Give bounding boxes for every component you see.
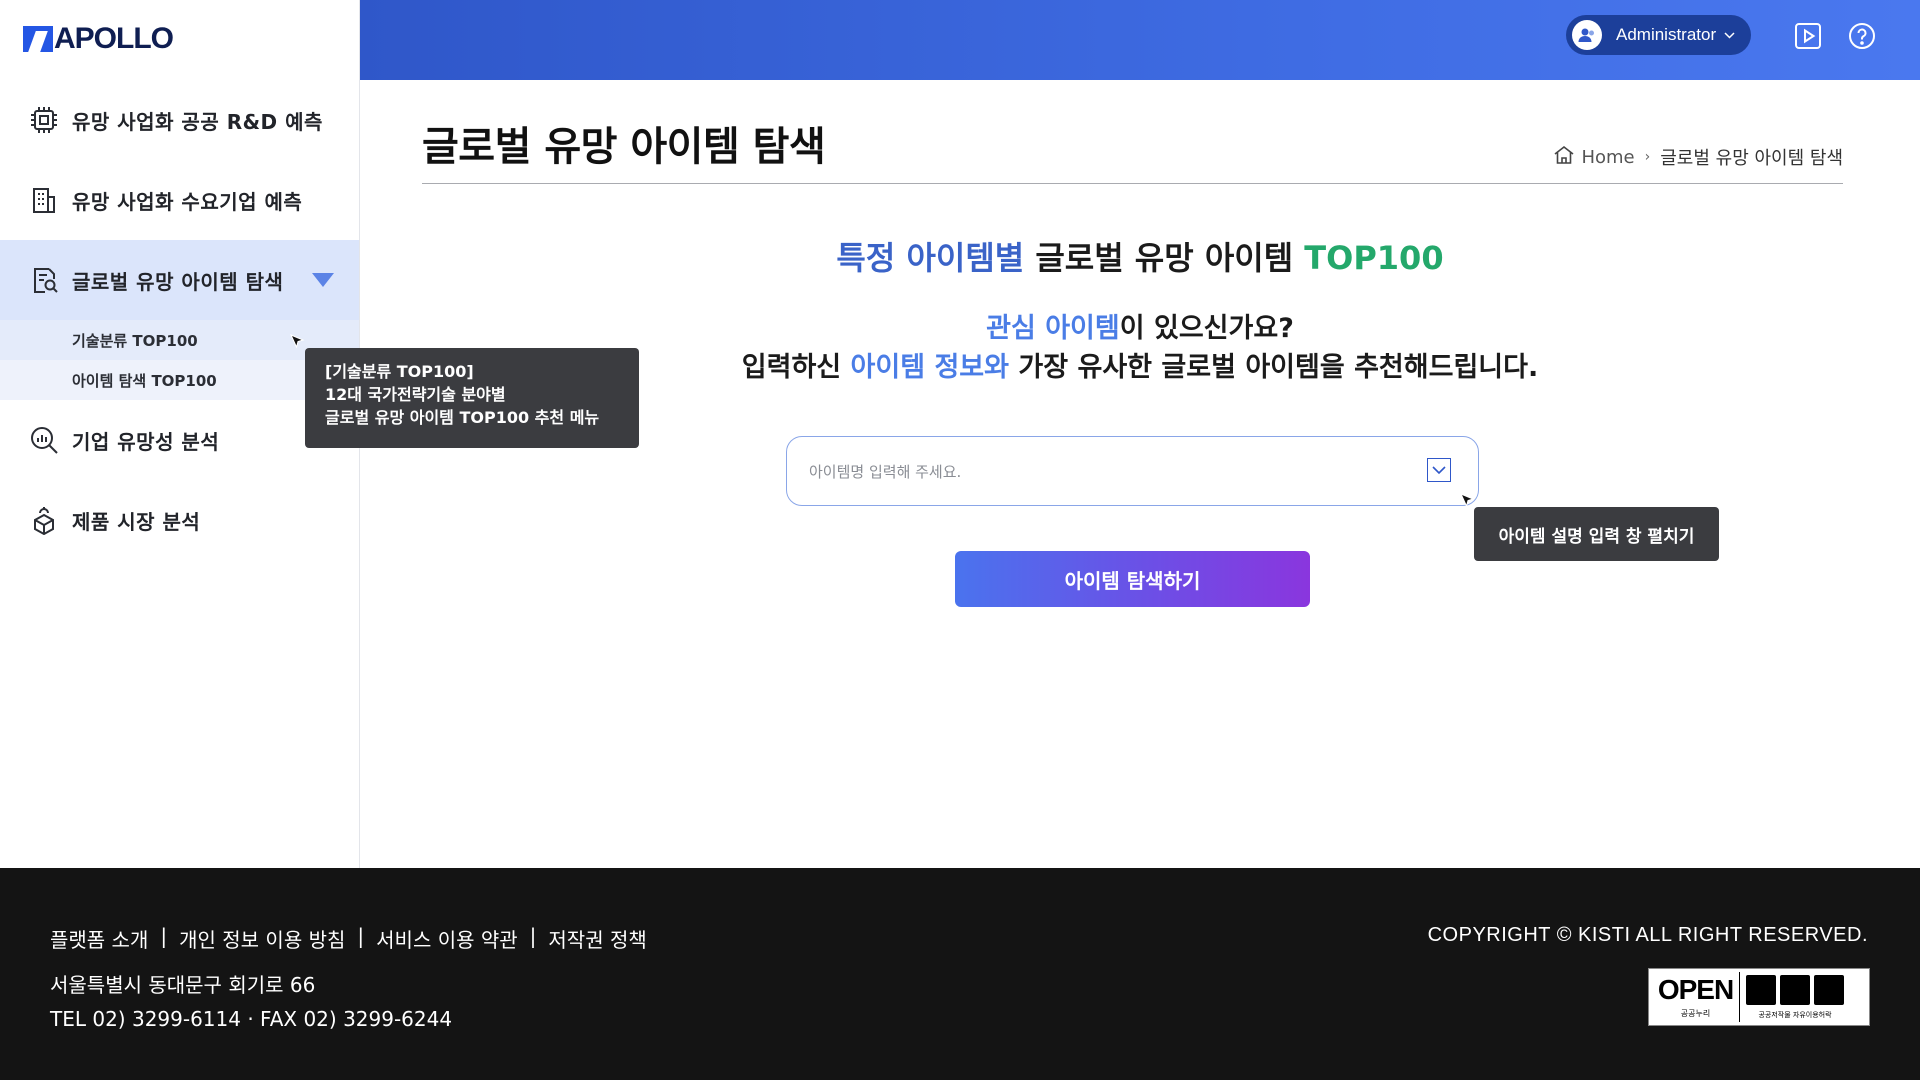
user-avatar-icon [1572,20,1602,50]
expand-tooltip: 아이템 설명 입력 창 펼치기 [1474,507,1719,561]
headline-part1: 특정 아이템별 [836,239,1025,277]
help-icon[interactable] [1846,20,1878,52]
menu-tooltip: [기술분류 TOP100] 12대 국가전략기술 분야별 글로벌 유망 아이템 … [305,348,639,448]
tooltip-line: 12대 국가전략기술 분야별 [325,385,506,404]
sidebar-item-label: 유망 사업화 수요기업 예측 [72,189,303,214]
breadcrumb-home[interactable]: Home [1581,147,1634,168]
open-license-badge[interactable]: OPEN 공공누리 공공저작물 자유이용허락 [1648,968,1870,1026]
headline: 특정 아이템별 글로벌 유망 아이템 TOP100 [360,233,1920,279]
subline-part2: 아이템 정보와 [850,352,1009,383]
footer-divider: | [160,924,168,948]
building-icon [28,184,60,216]
page-title: 글로벌 유망 아이템 탐색 [422,124,826,170]
headline-part2: 글로벌 유망 아이템 [1024,239,1305,277]
sidebar-item-global-item[interactable]: 글로벌 유망 아이템 탐색 [0,240,359,320]
footer-divider: | [529,924,537,948]
logo-mark-icon [23,26,53,52]
headline-part3: TOP100 [1304,239,1444,277]
license-conditions: 공공저작물 자유이용허락 [1746,974,1844,1020]
product-cube-icon [28,504,60,536]
footer-divider: | [357,924,365,948]
subline-part1: 입력하신 [741,352,851,383]
footer-address-block: 서울특별시 동대문구 회기로 66 TEL 02) 3299-6114 · FA… [50,968,452,1036]
footer-contact: TEL 02) 3299-6114 · FAX 02) 3299-6244 [50,1007,453,1031]
logo-text: APOLLO [54,22,174,55]
mouse-cursor-icon [1460,493,1475,508]
question-part2: 이 있으신가요? [1119,313,1294,344]
license-caption: 공공저작물 자유이용허락 [1758,1010,1832,1019]
play-icon[interactable] [1792,20,1824,52]
footer-link-privacy[interactable]: 개인 정보 이용 방침 [179,924,345,953]
sidebar-item-market-analysis[interactable]: 제품 시장 분석 [0,480,359,560]
footer-link-terms[interactable]: 서비스 이용 약관 [376,924,518,953]
breadcrumb-current: 글로벌 유망 아이템 탐색 [1660,148,1843,169]
open-logo-caption: 공공누리 [1680,1008,1711,1018]
commercial-use-icon [1780,974,1810,1005]
user-name: Administrator [1616,25,1717,44]
modification-icon [1814,974,1844,1005]
item-search-button[interactable]: 아이템 탐색하기 [955,551,1310,607]
home-icon[interactable] [1553,145,1575,170]
search-document-icon [28,264,60,296]
sidebar-item-label: 유망 사업화 공공 R&D 예측 [72,109,323,134]
chevron-down-icon [1724,29,1735,42]
question-part1: 관심 아이템 [986,313,1120,344]
footer-copyright: COPYRIGHT © KISTI ALL RIGHT RESERVED. [1427,924,1868,946]
subline-part3: 가장 유사한 글로벌 아이템을 추천해드립니다. [1009,352,1539,383]
analytics-search-icon [28,424,60,456]
sidebar-item-demand-company[interactable]: 유망 사업화 수요기업 예측 [0,160,359,240]
mouse-cursor-icon [290,334,305,349]
chip-icon [28,104,60,136]
sidebar-item-label: 기업 유망성 분석 [72,429,220,454]
footer-link-platform[interactable]: 플랫폼 소개 [50,924,148,953]
title-divider [422,183,1843,184]
open-license-logo: OPEN 공공누리 [1652,972,1740,1022]
expand-chevron-icon[interactable] [1427,458,1451,482]
open-logo-text: OPEN [1657,973,1734,1005]
tooltip-line: 글로벌 유망 아이템 TOP100 추천 메뉴 [325,408,600,427]
chevron-right-icon: › [1644,149,1651,165]
sidebar-item-label: 글로벌 유망 아이템 탐색 [72,269,284,294]
footer-link-copyright-policy[interactable]: 저작권 정책 [548,924,646,953]
footer: 플랫폼 소개 | 개인 정보 이용 방침 | 서비스 이용 약관 | 저작권 정… [0,868,1920,1080]
sidebar-item-public-rnd[interactable]: 유망 사업화 공공 R&D 예측 [0,80,359,160]
item-search-input[interactable] [807,457,1387,487]
chevron-down-icon [312,273,334,287]
sidebar-item-label: 제품 시장 분석 [72,509,201,534]
question-line: 관심 아이템이 있으신가요? [360,306,1920,345]
item-search-box [786,436,1479,506]
user-menu[interactable]: Administrator [1566,15,1751,55]
apollo-logo[interactable]: APOLLO [23,22,174,55]
footer-address: 서울특별시 동대문구 회기로 66 [50,973,316,997]
breadcrumb: Home › 글로벌 유망 아이템 탐색 [1553,144,1843,170]
footer-links: 플랫폼 소개 | 개인 정보 이용 방침 | 서비스 이용 약관 | 저작권 정… [50,924,647,953]
attribution-icon [1746,974,1776,1005]
tooltip-line: [기술분류 TOP100] [325,362,474,381]
